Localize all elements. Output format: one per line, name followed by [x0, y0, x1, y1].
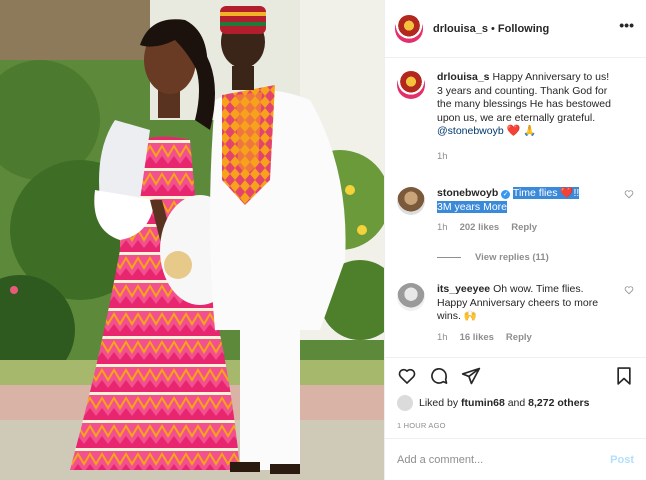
caption: drlouisa_s Happy Anniversary to us! 3 ye…: [397, 71, 634, 162]
comment-meta: 1h 16 likes Reply: [437, 332, 634, 343]
likes-others[interactable]: 8,272 others: [528, 397, 589, 409]
heart-emoji-icon: ❤️: [506, 125, 521, 137]
following-button[interactable]: Following: [498, 23, 549, 35]
likes-summary[interactable]: Liked by ftumin68 and 8,272 others: [397, 395, 634, 411]
comment-highlighted-text: Time flies ❤️!!: [512, 187, 580, 199]
liker-avatar: [397, 395, 413, 411]
post-comment-button[interactable]: Post: [610, 454, 634, 466]
commenter-avatar[interactable]: [397, 187, 425, 215]
comment-item: its_yeeyee Oh wow. Time flies. Happy Ann…: [397, 283, 634, 343]
comment-like-heart-icon[interactable]: [624, 189, 634, 199]
comment-like-heart-icon[interactable]: [624, 285, 634, 295]
reply-button[interactable]: Reply: [506, 332, 532, 343]
caption-text: drlouisa_s Happy Anniversary to us! 3 ye…: [437, 71, 634, 139]
comment-time[interactable]: 1h: [437, 332, 448, 343]
comment-likes[interactable]: 16 likes: [460, 332, 494, 343]
likes-prefix: Liked by: [419, 397, 459, 409]
share-icon[interactable]: [461, 366, 481, 386]
comment-username[interactable]: its_yeeyee: [437, 283, 490, 295]
action-icons-row: [397, 358, 634, 394]
caption-avatar[interactable]: [397, 71, 425, 99]
header-separator: •: [491, 22, 495, 35]
comment-input[interactable]: [397, 453, 611, 466]
view-replies-line: [437, 257, 461, 258]
comment-highlighted-text-2: 3M years More: [437, 200, 508, 213]
likes-connector: and: [507, 397, 526, 409]
post-actions: Liked by ftumin68 and 8,272 others 1 HOU…: [385, 357, 646, 430]
comment-item: stonebwoyb ✓ Time flies ❤️!! 3M years Mo…: [397, 187, 634, 233]
commenter-avatar[interactable]: [397, 283, 425, 311]
caption-time[interactable]: 1h: [437, 151, 448, 162]
post-header: drlouisa_s • Following •••: [385, 0, 646, 58]
comment-text: stonebwoyb ✓ Time flies ❤️!! 3M years Mo…: [437, 187, 634, 214]
caption-username[interactable]: drlouisa_s: [437, 71, 490, 83]
caption-meta: 1h: [437, 151, 634, 162]
comment-likes[interactable]: 202 likes: [460, 222, 500, 233]
couple-photo-illustration: [0, 0, 384, 480]
comment-username[interactable]: stonebwoyb: [437, 187, 498, 199]
raised-hands-emoji-icon: 🙌: [463, 310, 477, 322]
post-timestamp[interactable]: 1 HOUR AGO: [397, 421, 634, 430]
more-options-icon[interactable]: •••: [619, 18, 634, 32]
view-replies-label: View replies (11): [475, 252, 549, 263]
save-icon[interactable]: [614, 366, 634, 386]
add-comment-bar: Post: [385, 438, 646, 480]
view-replies-button[interactable]: View replies (11): [437, 252, 549, 263]
comments-list[interactable]: drlouisa_s Happy Anniversary to us! 3 ye…: [385, 59, 646, 357]
author-avatar[interactable]: [395, 14, 423, 43]
liker-username[interactable]: ftumin68: [461, 397, 505, 409]
comment-text: its_yeeyee Oh wow. Time flies. Happy Ann…: [437, 283, 634, 324]
author-username[interactable]: drlouisa_s: [433, 23, 488, 35]
comment-meta: 1h 202 likes Reply: [437, 222, 634, 233]
reply-button[interactable]: Reply: [511, 222, 537, 233]
caption-mention[interactable]: @stonebwoyb: [437, 125, 504, 137]
verified-badge-icon: ✓: [501, 190, 511, 199]
pray-emoji-icon: 🙏: [523, 125, 537, 137]
comment-time[interactable]: 1h: [437, 222, 448, 233]
comment-icon[interactable]: [429, 366, 449, 386]
post-side-panel: drlouisa_s • Following ••• drlouisa_s Ha…: [384, 0, 646, 480]
post-photo[interactable]: [0, 0, 384, 480]
heart-icon[interactable]: [397, 366, 417, 386]
